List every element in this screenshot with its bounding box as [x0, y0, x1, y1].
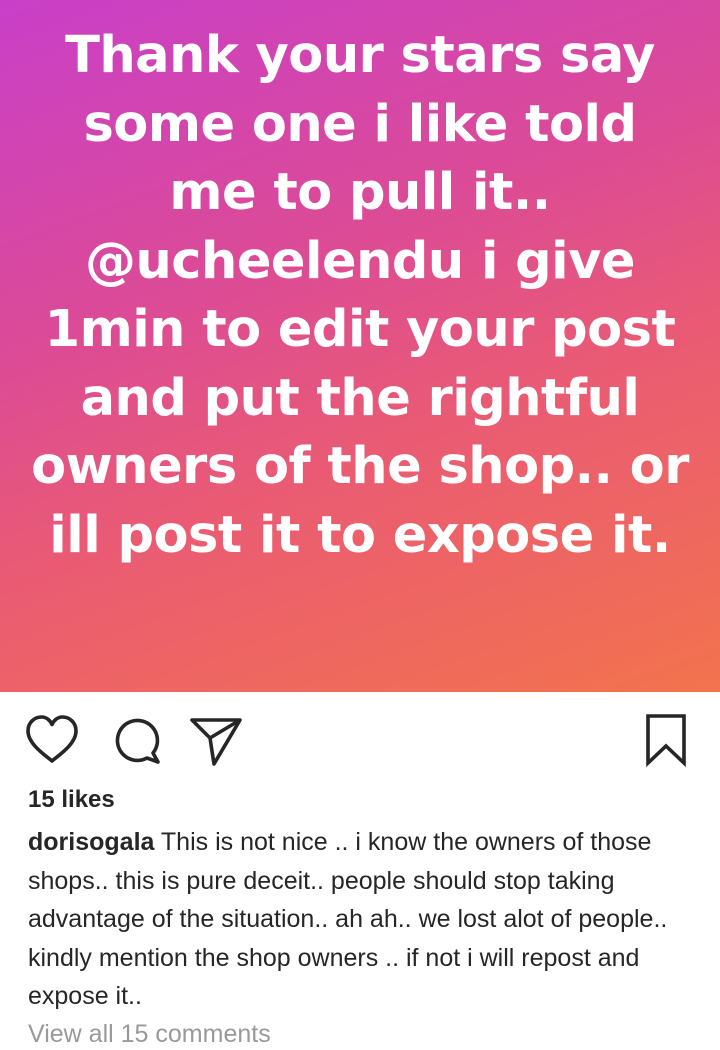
- likes-count[interactable]: 15 likes: [28, 786, 115, 814]
- story-line: ill post it to expose it.: [49, 505, 671, 565]
- story-line: some one i like told: [83, 94, 637, 154]
- story-line: me to pull it..: [169, 163, 551, 222]
- heart-icon[interactable]: [24, 712, 80, 768]
- post-caption: dorisogala This is not nice .. i know th…: [28, 823, 700, 1016]
- story-line: 1min to edit your post: [44, 300, 676, 359]
- view-all-comments-link[interactable]: View all 15 comments: [28, 1020, 271, 1049]
- story-line: Thank your stars say: [65, 26, 655, 85]
- post-story-text: Thank your stars say some one i like tol…: [0, 22, 720, 570]
- comment-icon[interactable]: [108, 712, 164, 768]
- story-line: and put the rightful: [80, 368, 640, 428]
- post-image[interactable]: Thank your stars say some one i like tol…: [0, 0, 720, 692]
- paper-plane-icon[interactable]: [188, 712, 244, 768]
- story-line: owners of the shop.. or: [31, 437, 689, 496]
- post-action-bar: [0, 692, 720, 784]
- caption-username[interactable]: dorisogala: [28, 828, 154, 856]
- bookmark-icon[interactable]: [638, 712, 694, 768]
- story-line: @ucheelendu i give: [84, 231, 636, 291]
